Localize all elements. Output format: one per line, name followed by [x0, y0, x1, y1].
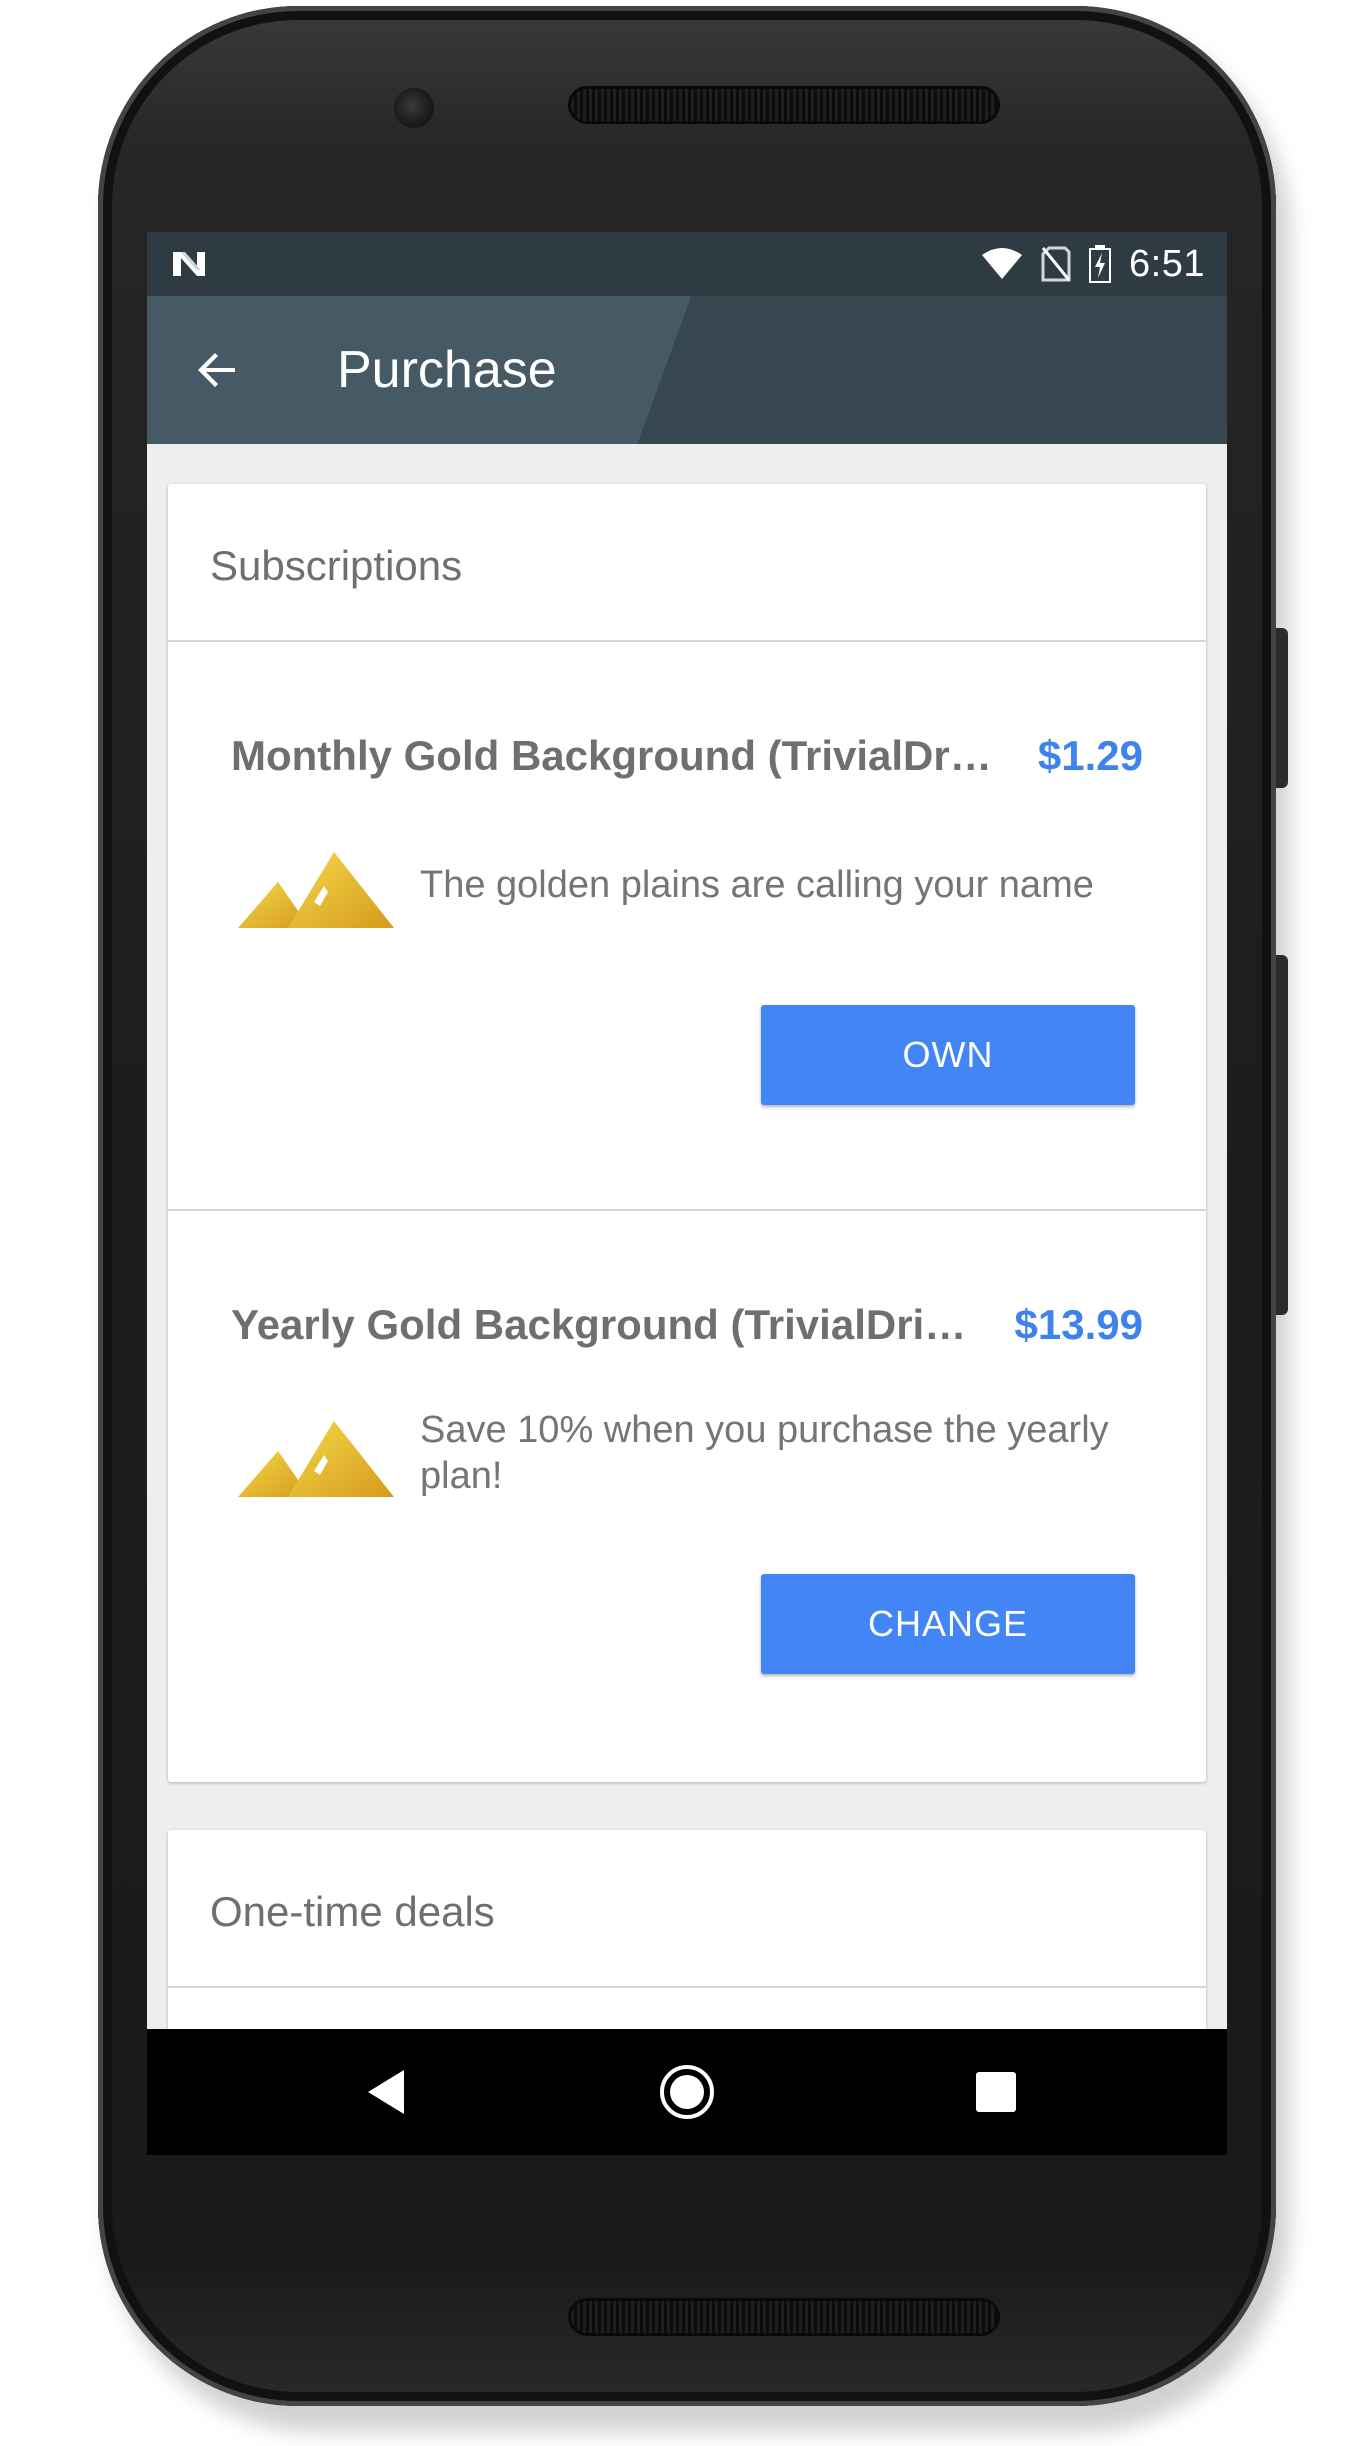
section-header: One-time deals	[168, 1830, 1206, 1988]
gold-mountains-icon	[238, 852, 394, 928]
front-camera	[394, 88, 434, 128]
notification-n-icon	[173, 252, 205, 276]
section-title: One-time deals	[210, 1888, 495, 1935]
sku-description: The golden plains are calling your name	[420, 864, 1094, 906]
subscriptions-card: Subscriptions Monthly Gold Background (T…	[168, 484, 1206, 1782]
battery-charging-icon	[1089, 245, 1112, 283]
bottom-speaker	[568, 2298, 1000, 2336]
page-title: Purchase	[337, 341, 557, 399]
sku-price: $1.29	[1037, 732, 1143, 779]
change-button[interactable]: CHANGE	[761, 1574, 1135, 1674]
own-button[interactable]: OWN	[761, 1005, 1135, 1105]
one-time-deals-card: One-time deals	[168, 1830, 1206, 2029]
no-sim-icon	[1041, 246, 1071, 282]
sku-title: Monthly Gold Background (TrivialDrive (D…	[231, 732, 1001, 779]
power-key	[1274, 628, 1288, 788]
sku-item-yearly: Yearly Gold Background (TrivialDrive v2)…	[168, 1211, 1206, 1780]
wifi-icon	[982, 248, 1023, 279]
purchase-list[interactable]: Subscriptions Monthly Gold Background (T…	[147, 444, 1227, 2029]
volume-key	[1274, 955, 1288, 1315]
status-bar: 6:51	[147, 232, 1227, 296]
app-bar: Purchase	[147, 296, 1227, 444]
sku-title: Yearly Gold Background (TrivialDrive v2)	[231, 1301, 981, 1348]
sku-price: $13.99	[1014, 1301, 1143, 1348]
back-triangle-icon[interactable]	[360, 2064, 416, 2120]
section-title: Subscriptions	[210, 542, 463, 589]
gold-mountains-icon	[238, 1421, 394, 1497]
section-header: Subscriptions	[168, 484, 1206, 642]
arrow-back-icon[interactable]	[193, 346, 241, 394]
status-time: 6:51	[1129, 242, 1205, 285]
navigation-bar	[147, 2029, 1227, 2155]
device-screen: 6:51 Purchase Subscriptions Monthly Gold…	[147, 232, 1227, 2155]
sku-description: Save 10% when you purchase the yearly pl…	[420, 1409, 1109, 1497]
sku-item-monthly: Monthly Gold Background (TrivialDrive (D…	[168, 642, 1206, 1211]
earpiece-speaker	[568, 86, 1000, 124]
home-circle-icon[interactable]	[659, 2064, 715, 2120]
recents-square-icon[interactable]	[968, 2064, 1024, 2120]
